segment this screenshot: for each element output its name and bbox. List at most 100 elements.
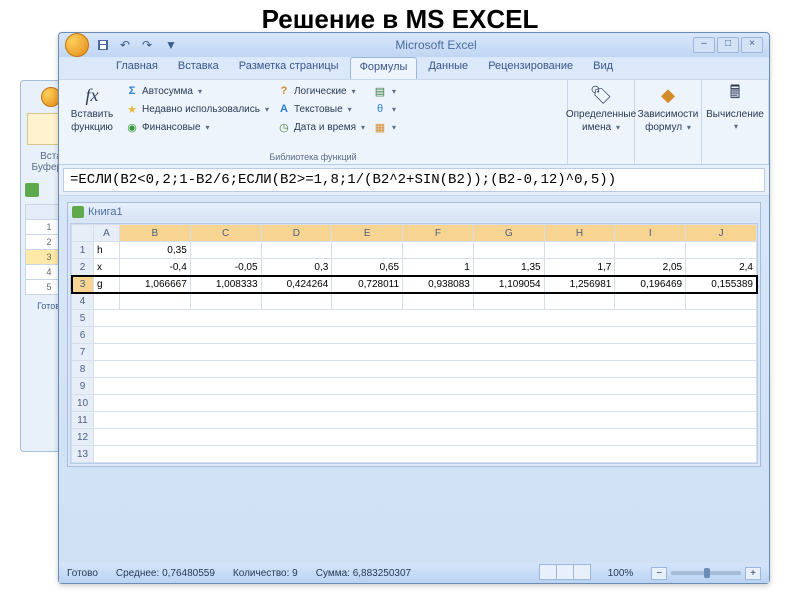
redo-icon[interactable]: ↷ — [139, 37, 155, 53]
cell[interactable]: 0,728011 — [332, 276, 403, 293]
cell[interactable]: 0,65 — [332, 259, 403, 276]
math-trig-button[interactable]: θ▾ — [371, 101, 398, 117]
cell[interactable]: 2,4 — [686, 259, 757, 276]
cell[interactable] — [94, 327, 757, 344]
cell[interactable]: 0,155389 — [686, 276, 757, 293]
maximize-button[interactable]: □ — [717, 37, 739, 53]
col-header[interactable]: J — [686, 225, 757, 242]
cell[interactable] — [686, 293, 757, 310]
row-header[interactable]: 11 — [72, 412, 94, 429]
zoom-out-button[interactable]: − — [651, 567, 667, 580]
minimize-button[interactable]: – — [693, 37, 715, 53]
col-header[interactable]: A — [94, 225, 120, 242]
cell[interactable]: 1,35 — [473, 259, 544, 276]
row-header[interactable]: 10 — [72, 395, 94, 412]
cell[interactable]: 0,424264 — [261, 276, 332, 293]
cell[interactable]: 2,05 — [615, 259, 686, 276]
cell[interactable] — [94, 361, 757, 378]
col-header[interactable]: I — [615, 225, 686, 242]
cell[interactable] — [686, 242, 757, 259]
col-header[interactable]: C — [190, 225, 261, 242]
cell[interactable] — [94, 446, 757, 463]
cell[interactable] — [261, 293, 332, 310]
cell[interactable] — [473, 242, 544, 259]
row-header[interactable]: 2 — [72, 259, 94, 276]
tab-formulas[interactable]: Формулы — [350, 57, 418, 79]
cell[interactable] — [544, 293, 615, 310]
row-header[interactable]: 12 — [72, 429, 94, 446]
col-header[interactable]: B — [120, 225, 191, 242]
qat-dropdown-icon[interactable]: ▼ — [163, 37, 179, 53]
zoom-handle[interactable] — [704, 568, 710, 578]
col-header[interactable]: D — [261, 225, 332, 242]
zoom-slider[interactable]: −+ — [651, 567, 761, 580]
tab-review[interactable]: Рецензирование — [479, 57, 582, 79]
row-header[interactable]: 8 — [72, 361, 94, 378]
defined-names-button[interactable]: 🏷Определенныеимена ▾ — [574, 83, 628, 133]
row-header[interactable]: 5 — [72, 310, 94, 327]
cell[interactable] — [615, 242, 686, 259]
row-header[interactable]: 7 — [72, 344, 94, 361]
autosum-button[interactable]: ΣАвтосумма▾ — [123, 83, 271, 99]
cell[interactable]: 1,109054 — [473, 276, 544, 293]
view-buttons[interactable] — [539, 564, 590, 583]
logical-button[interactable]: ?Логические▾ — [275, 83, 367, 99]
cell[interactable] — [120, 293, 191, 310]
row-header[interactable]: 6 — [72, 327, 94, 344]
cell[interactable] — [403, 242, 474, 259]
col-header[interactable]: G — [473, 225, 544, 242]
cell[interactable] — [94, 344, 757, 361]
tab-home[interactable]: Главная — [107, 57, 167, 79]
col-header[interactable]: H — [544, 225, 615, 242]
formula-auditing-button[interactable]: ◆Зависимостиформул ▾ — [641, 83, 695, 133]
lookup-ref-button[interactable]: ▤▾ — [371, 83, 398, 99]
cell[interactable]: 0,3 — [261, 259, 332, 276]
date-time-button[interactable]: ◷Дата и время▾ — [275, 119, 367, 135]
cell[interactable] — [403, 293, 474, 310]
cell[interactable] — [261, 242, 332, 259]
row-header[interactable]: 4 — [72, 293, 94, 310]
cell[interactable] — [544, 242, 615, 259]
col-header[interactable]: F — [403, 225, 474, 242]
cell[interactable]: -0,05 — [190, 259, 261, 276]
tab-insert[interactable]: Вставка — [169, 57, 228, 79]
cell[interactable] — [94, 395, 757, 412]
cell[interactable]: x — [94, 259, 120, 276]
col-header[interactable]: E — [332, 225, 403, 242]
text-button[interactable]: AТекстовые▾ — [275, 101, 367, 117]
cell[interactable]: 1 — [403, 259, 474, 276]
cell[interactable]: 1,256981 — [544, 276, 615, 293]
tab-view[interactable]: Вид — [584, 57, 622, 79]
row-header[interactable]: 1 — [72, 242, 94, 259]
cell[interactable]: -0,4 — [120, 259, 191, 276]
cell[interactable]: 0,35 — [120, 242, 191, 259]
formula-input[interactable]: =ЕСЛИ(B2<0,2;1-B2/6;ЕСЛИ(B2>=1,8;1/(B2^2… — [63, 168, 765, 192]
cell[interactable]: 0,196469 — [615, 276, 686, 293]
page-break-view-icon[interactable] — [573, 564, 591, 580]
row-header[interactable]: 13 — [72, 446, 94, 463]
cell[interactable]: 1,7 — [544, 259, 615, 276]
save-icon[interactable] — [95, 37, 111, 53]
more-functions-button[interactable]: ▦▾ — [371, 119, 398, 135]
cell[interactable]: 0,938083 — [403, 276, 474, 293]
cell[interactable] — [94, 310, 757, 327]
undo-icon[interactable]: ↶ — [117, 37, 133, 53]
tab-page-layout[interactable]: Разметка страницы — [230, 57, 348, 79]
cell[interactable] — [94, 378, 757, 395]
normal-view-icon[interactable] — [539, 564, 557, 580]
cell[interactable] — [190, 242, 261, 259]
row-header[interactable]: 9 — [72, 378, 94, 395]
cell[interactable] — [332, 242, 403, 259]
calculation-button[interactable]: 🖩Вычисление▾ — [708, 83, 762, 131]
row-header[interactable]: 3 — [72, 276, 94, 293]
cell[interactable] — [94, 412, 757, 429]
office-button[interactable] — [65, 33, 89, 57]
cell[interactable] — [94, 429, 757, 446]
cell[interactable]: h — [94, 242, 120, 259]
cell[interactable]: 1,008333 — [190, 276, 261, 293]
cell[interactable] — [94, 293, 120, 310]
tab-data[interactable]: Данные — [419, 57, 477, 79]
cell[interactable] — [332, 293, 403, 310]
cell[interactable] — [615, 293, 686, 310]
zoom-track[interactable] — [671, 571, 741, 575]
